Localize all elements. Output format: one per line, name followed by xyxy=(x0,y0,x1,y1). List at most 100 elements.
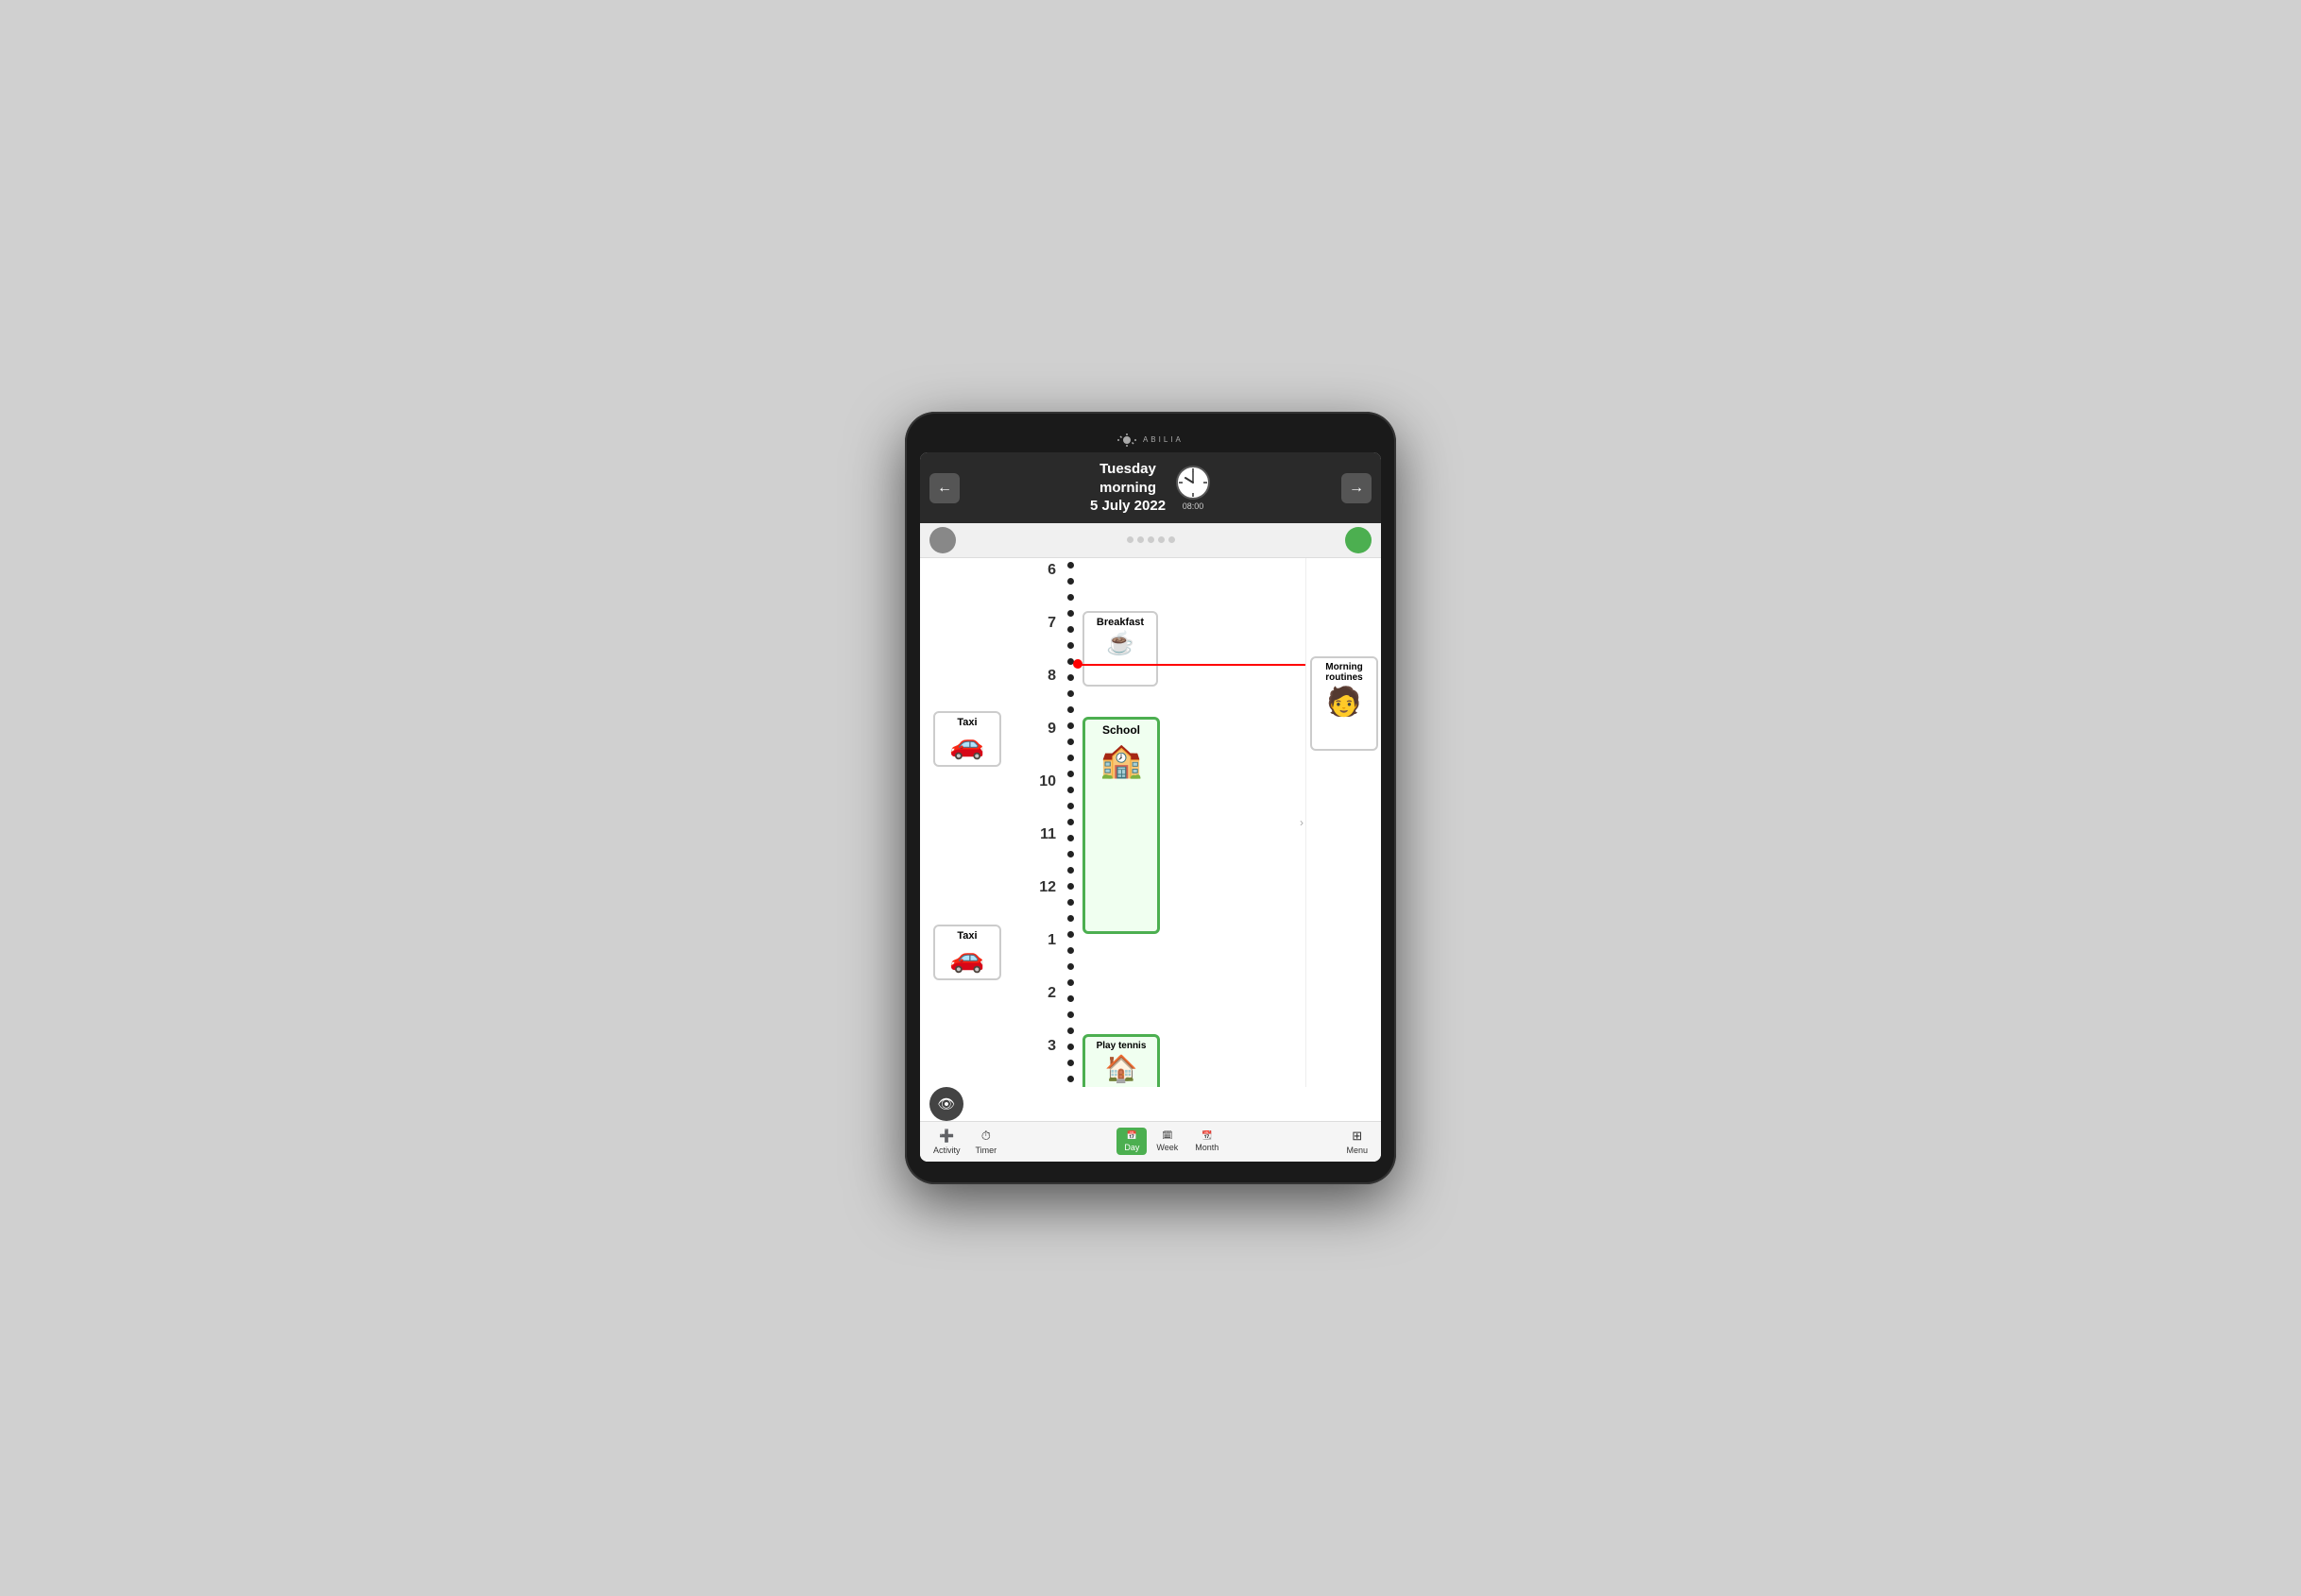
taxi-morning-icon: 🚗 xyxy=(949,728,984,761)
dots-column xyxy=(1062,558,1079,1087)
dot xyxy=(1067,995,1074,1002)
hour-3: 3 xyxy=(1014,1034,1062,1087)
dot xyxy=(1067,867,1074,874)
dot xyxy=(1067,610,1074,617)
day-tab[interactable]: 📅 Day xyxy=(1116,1128,1147,1155)
dot xyxy=(1067,739,1074,745)
week-tab[interactable]: 🗓 Week xyxy=(1149,1128,1185,1155)
dot xyxy=(1067,1076,1074,1082)
taxi-afternoon-event[interactable]: Taxi 🚗 xyxy=(933,925,1001,980)
day-tab-label: Day xyxy=(1124,1143,1139,1152)
clock-time-label: 08:00 xyxy=(1183,501,1204,511)
forward-button[interactable]: → xyxy=(1341,473,1372,503)
dot xyxy=(1067,594,1074,601)
week-tab-label: Week xyxy=(1156,1143,1178,1152)
dot xyxy=(1067,835,1074,841)
right-panel: Morning routines 🧑 xyxy=(1305,558,1381,1087)
clock-widget: 08:00 xyxy=(1175,465,1211,511)
school-event[interactable]: School 🏫 xyxy=(1082,717,1160,934)
hours-column: 6 7 8 9 10 11 12 1 2 3 4 5 6 xyxy=(1014,558,1062,1087)
school-icon: 🏫 xyxy=(1100,740,1143,780)
dot xyxy=(1067,979,1074,986)
timeline-body: Taxi 🚗 Taxi 🚗 6 7 8 9 10 11 12 1 2 xyxy=(920,558,1381,1087)
morning-routines-event[interactable]: Morning routines 🧑 xyxy=(1310,656,1378,751)
breakfast-event[interactable]: Breakfast ☕ xyxy=(1082,611,1158,687)
dot xyxy=(1067,706,1074,713)
day-tab-icon: 📅 xyxy=(1127,1130,1137,1141)
scroll-left-indicator xyxy=(929,527,956,553)
taxi-morning-label: Taxi xyxy=(957,717,977,728)
timer-icon: ⏱ xyxy=(981,1129,991,1144)
dot xyxy=(1067,1011,1074,1018)
dot xyxy=(1067,899,1074,906)
timer-label: Timer xyxy=(976,1146,997,1155)
scroll-right-indicator xyxy=(1345,527,1372,553)
play-tennis-icon: 🏠 xyxy=(1105,1053,1138,1084)
current-time-dot xyxy=(1073,659,1082,669)
month-tab-icon: 📆 xyxy=(1202,1130,1212,1141)
events-area: Breakfast ☕ School 🏫 Play tennis 🏠 › xyxy=(1079,558,1305,1087)
dot xyxy=(1067,562,1074,569)
tab-group: 📅 Day 🗓 Week 📆 Month xyxy=(1006,1128,1337,1155)
bottom-bar: ➕ Activity ⏱ Timer 📅 Day 🗓 Week 📆 Month xyxy=(920,1121,1381,1162)
current-time-line xyxy=(1079,664,1305,666)
dot xyxy=(1067,626,1074,633)
week-tab-icon: 🗓 xyxy=(1162,1130,1172,1141)
month-tab[interactable]: 📆 Month xyxy=(1187,1128,1226,1155)
dot xyxy=(1067,931,1074,938)
device-frame: ABILIA ← Tuesday morning 5 July 2022 xyxy=(905,412,1396,1184)
dot xyxy=(1067,1060,1074,1066)
taxi-morning-event[interactable]: Taxi 🚗 xyxy=(933,711,1001,767)
hour-1: 1 xyxy=(1014,928,1062,981)
menu-label: Menu xyxy=(1346,1146,1368,1155)
school-label: School xyxy=(1102,723,1140,737)
hour-10: 10 xyxy=(1014,770,1062,823)
brand-name: ABILIA xyxy=(1143,435,1184,444)
hour-8: 8 xyxy=(1014,664,1062,717)
morning-routines-icon: 🧑 xyxy=(1316,686,1372,719)
breakfast-icon: ☕ xyxy=(1106,630,1134,657)
dot xyxy=(1067,690,1074,697)
title-line2: morning xyxy=(1099,480,1156,496)
dot xyxy=(1067,915,1074,922)
taxi-afternoon-label: Taxi xyxy=(957,930,977,942)
dot xyxy=(1067,803,1074,809)
taxi-afternoon-icon: 🚗 xyxy=(949,942,984,975)
menu-button[interactable]: ⊞ Menu xyxy=(1340,1126,1373,1158)
eye-button[interactable]: 👁 xyxy=(929,1087,963,1121)
play-tennis-label: Play tennis xyxy=(1097,1041,1147,1051)
dot xyxy=(1067,771,1074,777)
dot xyxy=(1067,1027,1074,1034)
device-screen: ← Tuesday morning 5 July 2022 xyxy=(920,452,1381,1162)
header-title: Tuesday morning 5 July 2022 xyxy=(1090,460,1166,516)
morning-routines-label: Morning routines xyxy=(1316,662,1372,683)
breakfast-label: Breakfast xyxy=(1097,617,1144,628)
dot xyxy=(1067,642,1074,649)
dot xyxy=(1067,1044,1074,1050)
menu-icon: ⊞ xyxy=(1352,1129,1362,1144)
back-button[interactable]: ← xyxy=(929,473,960,503)
activity-icon: ➕ xyxy=(939,1129,954,1144)
activity-label: Activity xyxy=(933,1146,961,1155)
hour-6: 6 xyxy=(1014,558,1062,611)
play-tennis-event[interactable]: Play tennis 🏠 xyxy=(1082,1034,1160,1087)
title-line3: 5 July 2022 xyxy=(1090,498,1166,514)
dot xyxy=(1067,578,1074,585)
timer-button[interactable]: ⏱ Timer xyxy=(970,1126,1003,1158)
hour-2: 2 xyxy=(1014,981,1062,1034)
dot xyxy=(1067,787,1074,793)
dot xyxy=(1067,947,1074,954)
header: ← Tuesday morning 5 July 2022 xyxy=(920,452,1381,523)
chevron-right-icon[interactable]: › xyxy=(1300,816,1304,829)
left-column: Taxi 🚗 Taxi 🚗 xyxy=(920,558,1014,1087)
activity-button[interactable]: ➕ Activity xyxy=(928,1126,966,1158)
abilia-logo: ABILIA xyxy=(920,431,1381,452)
month-tab-label: Month xyxy=(1195,1143,1219,1152)
dot xyxy=(1067,963,1074,970)
hour-11: 11 xyxy=(1014,823,1062,875)
dot xyxy=(1067,722,1074,729)
hour-9: 9 xyxy=(1014,717,1062,770)
dot xyxy=(1067,851,1074,857)
dot xyxy=(1067,755,1074,761)
scroll-indicators xyxy=(920,523,1381,558)
